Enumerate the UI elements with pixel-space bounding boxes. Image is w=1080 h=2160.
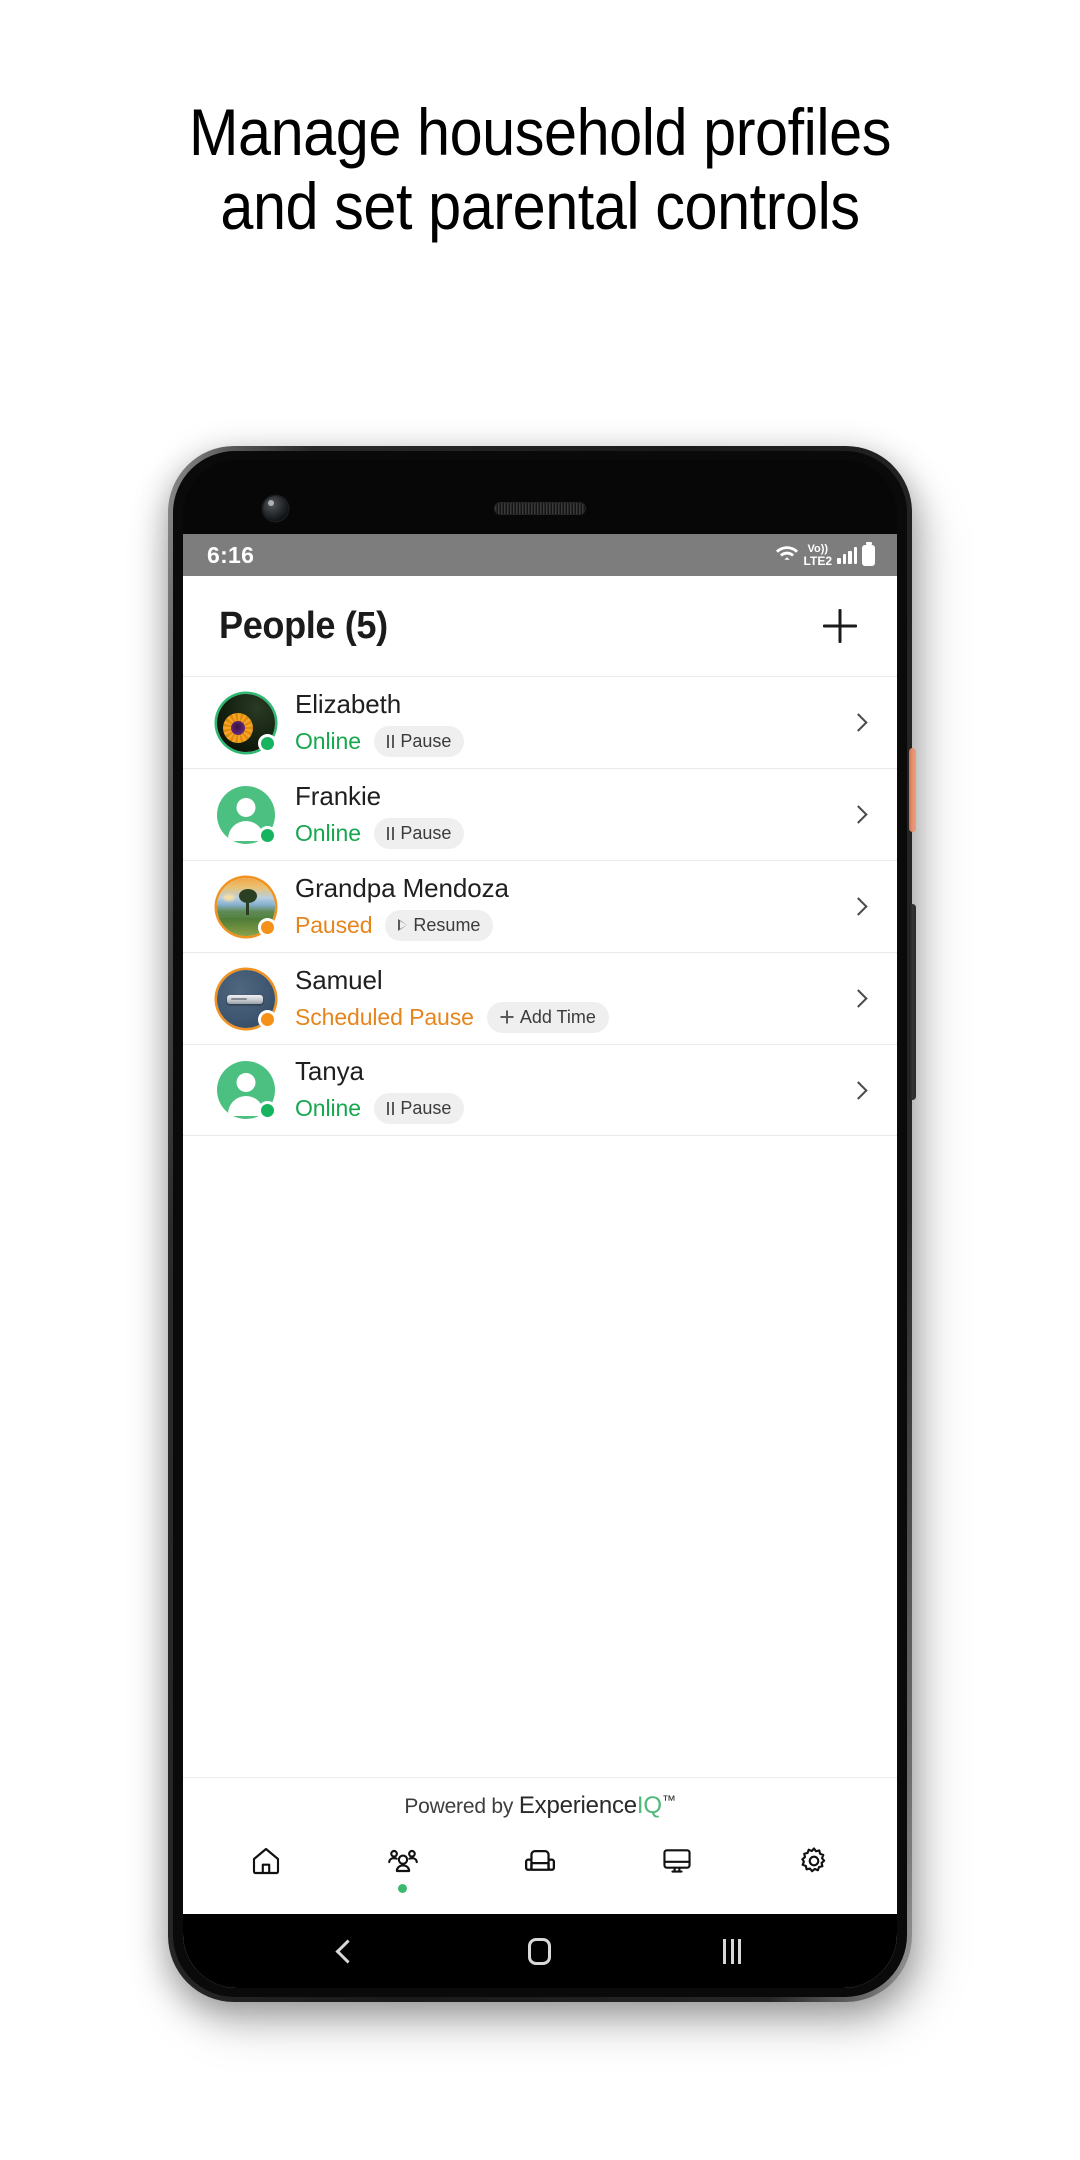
chevron-right-icon[interactable] — [849, 1080, 868, 1100]
person-status: Online — [295, 819, 361, 846]
person-name: Samuel — [295, 964, 383, 995]
bottom-navigation — [183, 1830, 897, 1914]
status-bar-icons: Vo)) LTE2 — [775, 543, 875, 567]
chevron-right-icon[interactable] — [849, 713, 868, 732]
back-chevron-icon[interactable] — [335, 1938, 360, 1964]
pause-icon — [386, 1102, 395, 1115]
nav-item-devices[interactable] — [488, 1845, 592, 1893]
avatar — [217, 1061, 277, 1120]
avatar — [217, 969, 277, 1029]
status-bar-clock: 6:16 — [207, 541, 255, 568]
person-status: Online — [295, 727, 361, 754]
person-name: Frankie — [295, 780, 381, 811]
person-name: Grandpa Mendoza — [295, 872, 509, 903]
add-time-button[interactable]: Add Time — [486, 1001, 609, 1033]
avatar — [217, 877, 277, 937]
person-details: Tanya Online Pause — [295, 1056, 838, 1124]
status-badge — [258, 1101, 277, 1120]
action-label: Pause — [400, 1098, 452, 1118]
status-badge — [258, 917, 277, 937]
person-status: Scheduled Pause — [295, 1003, 474, 1030]
nav-item-settings[interactable] — [762, 1845, 866, 1893]
nav-active-indicator — [673, 1884, 682, 1893]
brand-footer: Powered by ExperienceIQ™ — [183, 1777, 897, 1830]
android-system-nav — [183, 1914, 897, 1988]
trademark-symbol: ™ — [661, 1792, 676, 1808]
plus-icon — [500, 1010, 514, 1024]
status-badge — [258, 825, 277, 845]
home-square-icon[interactable] — [528, 1937, 551, 1965]
nav-active-indicator — [810, 1884, 819, 1893]
person-status: Paused — [295, 911, 373, 938]
nav-item-people[interactable] — [351, 1845, 455, 1893]
battery-full-icon — [862, 544, 875, 566]
pause-icon — [386, 826, 395, 840]
phone-screen: 6:16 Vo)) LTE2 People (5) Elizabeth Onli… — [183, 534, 897, 1988]
recents-bars-icon[interactable] — [723, 1938, 741, 1964]
monitor-icon — [660, 1845, 694, 1877]
status-badge — [258, 1009, 277, 1029]
earpiece-speaker — [494, 502, 586, 515]
page-title: People (5) — [219, 604, 388, 647]
table-row[interactable]: Tanya Online Pause — [183, 1044, 897, 1136]
armchair-icon — [522, 1845, 558, 1877]
people-icon — [386, 1845, 420, 1877]
home-icon — [249, 1845, 283, 1877]
brand-accent: IQ — [636, 1792, 662, 1819]
avatar — [217, 693, 277, 753]
headline-line-1: Manage household profiles — [188, 95, 892, 169]
person-details: Frankie Online Pause — [295, 781, 838, 849]
nav-active-indicator — [261, 1884, 270, 1893]
avatar — [217, 785, 277, 845]
chevron-right-icon[interactable] — [849, 897, 868, 916]
nav-item-home[interactable] — [214, 1845, 318, 1893]
signal-bars-icon — [837, 546, 857, 564]
brand-prefix: Powered by — [404, 1795, 519, 1818]
resume-button[interactable]: Resume — [385, 909, 494, 941]
app-header: People (5) — [183, 576, 897, 676]
person-details: Grandpa Mendoza Paused Resume — [295, 873, 838, 941]
person-name: Elizabeth — [295, 688, 402, 719]
play-icon — [398, 919, 408, 931]
phone-mockup: 6:16 Vo)) LTE2 People (5) Elizabeth Onli… — [168, 446, 916, 2002]
pause-button[interactable]: Pause — [373, 725, 465, 757]
add-person-button[interactable] — [817, 603, 863, 649]
action-label: Pause — [400, 822, 452, 843]
volte-indicator: Vo)) LTE2 — [803, 542, 832, 568]
action-label: Pause — [400, 730, 452, 751]
wifi-icon — [775, 543, 799, 567]
brand-name: Experience — [518, 1792, 637, 1819]
pause-button[interactable]: Pause — [373, 1093, 465, 1124]
volume-rocker-button[interactable] — [909, 904, 916, 1100]
person-details: Elizabeth Online Pause — [295, 689, 838, 757]
status-badge — [258, 733, 277, 753]
person-details: Samuel Scheduled Pause Add Time — [295, 965, 838, 1033]
power-button[interactable] — [909, 748, 916, 832]
table-row[interactable]: Grandpa Mendoza Paused Resume — [183, 860, 897, 952]
chevron-right-icon[interactable] — [849, 805, 868, 824]
pause-icon — [386, 734, 395, 748]
headline-line-2: and set parental controls — [220, 168, 860, 243]
nav-active-indicator — [535, 1884, 544, 1893]
nav-item-network[interactable] — [625, 1845, 729, 1893]
promo-headline: Manage household profiles and set parent… — [54, 95, 1026, 244]
people-list: Elizabeth Online Pause Frankie Online Pa… — [183, 676, 897, 1777]
action-label: Resume — [413, 914, 481, 935]
status-bar: 6:16 Vo)) LTE2 — [183, 534, 897, 576]
table-row[interactable]: Samuel Scheduled Pause Add Time — [183, 952, 897, 1044]
front-camera-icon — [263, 496, 288, 521]
person-status: Online — [295, 1095, 361, 1121]
action-label: Add Time — [519, 1006, 596, 1027]
pause-button[interactable]: Pause — [373, 817, 465, 849]
table-row[interactable]: Elizabeth Online Pause — [183, 676, 897, 768]
chevron-right-icon[interactable] — [849, 989, 868, 1008]
person-name: Tanya — [295, 1056, 364, 1086]
nav-active-indicator — [398, 1884, 408, 1893]
gear-icon — [797, 1845, 831, 1877]
table-row[interactable]: Frankie Online Pause — [183, 768, 897, 860]
